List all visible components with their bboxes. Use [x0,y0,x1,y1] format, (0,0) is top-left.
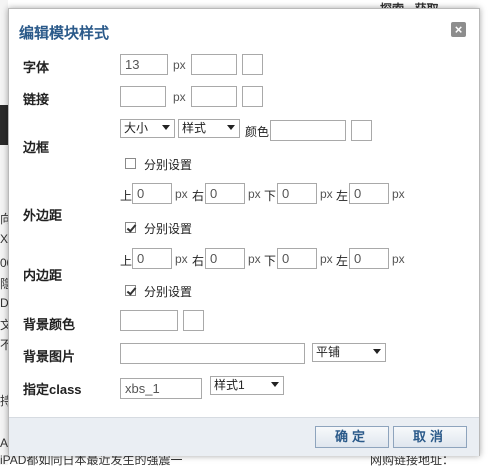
margin-bottom-unit: px [320,187,333,201]
margin-top-input[interactable]: 0 [132,183,172,204]
chevron-down-icon [271,382,279,387]
chevron-down-icon [373,349,381,354]
background-dark-strip [0,105,8,145]
margin-left-input[interactable]: 0 [349,183,389,204]
padding-bottom-unit: px [320,252,333,266]
chevron-down-icon [227,125,235,130]
close-icon[interactable]: × [451,22,466,37]
padding-top-unit: px [175,252,188,266]
border-size-select[interactable]: 大小 [120,119,175,138]
margin-left-label: 左 [336,189,349,203]
border-separate-checkbox[interactable] [125,158,136,169]
link-size-input[interactable] [120,86,166,107]
margin-separate-label: 分别设置 [144,222,193,236]
class-style-select[interactable]: 样式1 [210,376,284,395]
margin-right-input[interactable]: 0 [205,183,245,204]
margin-top-label: 上 [120,189,133,203]
edit-module-style-dialog: 编辑模块样式 × 字体 13 px 链接 px 边框 大小 样式 颜色 分别设置… [8,8,480,456]
bg-image-input[interactable] [120,343,305,364]
link-size-unit: px [173,90,186,104]
padding-bottom-input[interactable]: 0 [277,248,317,269]
padding-left-input[interactable]: 0 [349,248,389,269]
dialog-footer: 确定 取消 [9,417,479,456]
link-label: 链接 [23,92,50,107]
background-fragment: A [0,436,9,450]
class-style-select-value: 样式1 [214,378,245,392]
class-label: 指定class [23,382,82,397]
font-color-swatch[interactable] [242,54,263,75]
padding-right-unit: px [248,252,261,266]
bg-image-label: 背景图片 [23,349,76,364]
bg-repeat-select[interactable]: 平铺 [312,343,386,362]
dialog-content: 字体 13 px 链接 px 边框 大小 样式 颜色 分别设置 外边距 上 0 … [9,49,479,417]
margin-top-unit: px [175,187,188,201]
margin-bottom-input[interactable]: 0 [277,183,317,204]
padding-label: 内边距 [23,268,63,283]
bg-color-label: 背景颜色 [23,317,76,332]
dialog-title-bar[interactable]: 编辑模块样式 × [9,9,479,49]
border-label: 边框 [23,140,50,155]
margin-separate-checkbox[interactable] [125,222,136,233]
padding-right-label: 右 [192,254,205,268]
border-size-select-value: 大小 [124,121,149,135]
border-color-label: 颜色 [245,125,270,139]
link-color-input[interactable] [191,86,237,107]
margin-bottom-label: 下 [264,189,277,203]
cancel-button[interactable]: 取消 [393,426,467,448]
border-separate-label: 分别设置 [144,158,193,172]
bg-repeat-select-value: 平铺 [316,345,341,359]
padding-left-unit: px [392,252,405,266]
font-label: 字体 [23,60,50,75]
padding-separate-checkbox[interactable] [125,285,136,296]
chevron-down-icon [162,125,170,130]
margin-left-unit: px [392,187,405,201]
margin-right-unit: px [248,187,261,201]
confirm-button[interactable]: 确定 [315,426,389,448]
font-color-input[interactable] [191,54,237,75]
padding-right-input[interactable]: 0 [205,248,245,269]
padding-top-label: 上 [120,254,133,268]
class-input[interactable]: xbs_1 [120,378,202,399]
border-color-input[interactable] [270,120,346,141]
font-size-unit: px [173,58,186,72]
dialog-title: 编辑模块样式 [19,25,110,42]
border-color-swatch[interactable] [351,120,372,141]
link-color-swatch[interactable] [242,86,263,107]
margin-label: 外边距 [23,208,63,223]
padding-bottom-label: 下 [264,254,277,268]
font-size-input[interactable]: 13 [120,54,168,75]
padding-left-label: 左 [336,254,349,268]
padding-separate-label: 分别设置 [144,285,193,299]
padding-top-input[interactable]: 0 [132,248,172,269]
bg-color-input[interactable] [120,310,178,331]
border-style-select[interactable]: 样式 [178,119,240,138]
bg-color-swatch[interactable] [183,310,204,331]
border-style-select-value: 样式 [182,121,207,135]
margin-right-label: 右 [192,189,205,203]
